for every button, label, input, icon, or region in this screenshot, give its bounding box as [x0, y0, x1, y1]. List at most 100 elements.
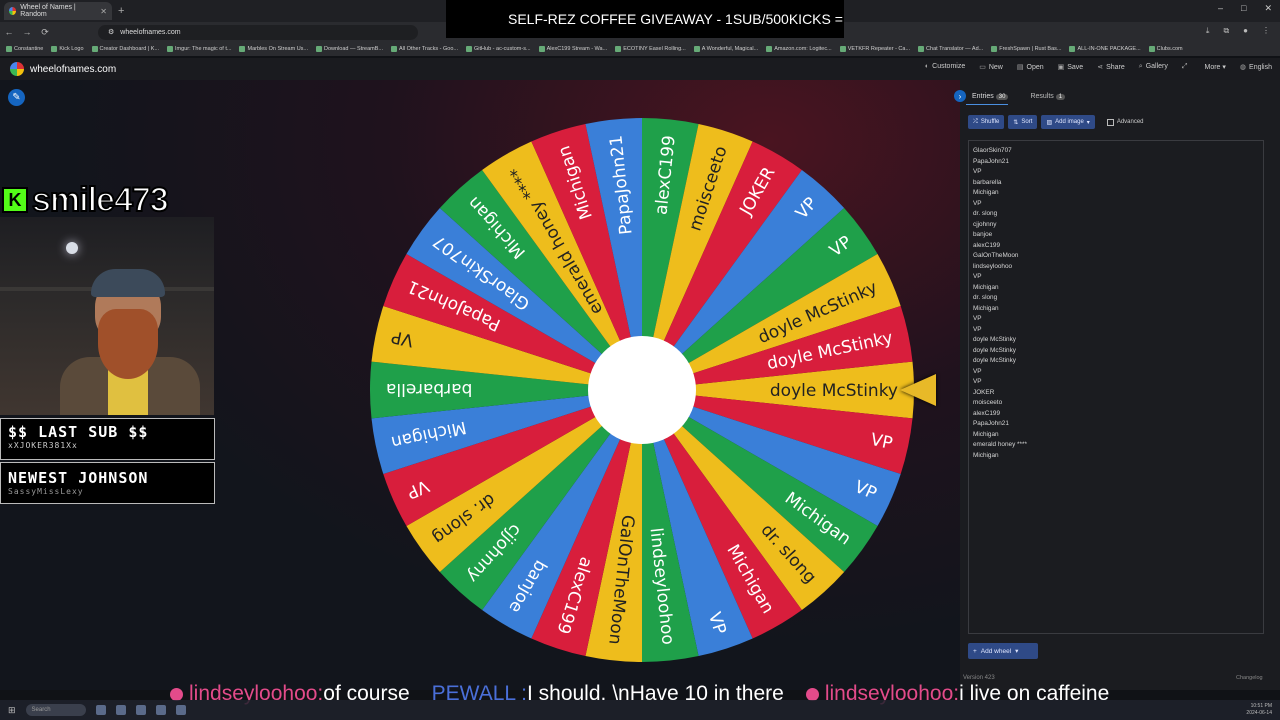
bookmark-favicon-icon [766, 46, 773, 52]
bookmark-favicon-icon [91, 46, 98, 52]
entry-line: doyle McStinky [973, 346, 1016, 354]
bookmark-favicon-icon [538, 46, 545, 52]
minimize-button[interactable]: – [1218, 3, 1223, 14]
bookmark-item[interactable]: All Other Tracks - Goo... [391, 46, 458, 52]
close-tab-icon[interactable]: ✕ [100, 7, 107, 16]
search-icon: ⌕ [1138, 63, 1143, 70]
close-window-button[interactable]: ✕ [1264, 3, 1272, 14]
collapse-panel-icon[interactable]: › [954, 90, 966, 102]
bookmark-item[interactable]: Constantine [6, 46, 43, 52]
bookmark-item[interactable]: ALL-IN-ONE PACKAGE... [1069, 46, 1141, 52]
extensions-icon[interactable]: ⧉ [1223, 26, 1229, 36]
taskbar-app-icon[interactable] [175, 705, 186, 715]
shuffle-button[interactable]: ⤮ Shuffle [968, 115, 1005, 129]
maximize-button[interactable]: □ [1241, 3, 1246, 14]
bookmark-favicon-icon [391, 46, 398, 52]
menu-save-label: Save [1067, 64, 1084, 71]
url-field[interactable]: ⚙ wheelofnames.com [98, 24, 418, 40]
new-tab-button[interactable]: + [118, 5, 124, 17]
taskbar-app-icon[interactable] [155, 705, 166, 715]
wheel[interactable]: doyle McStinky VP VP Michigan dr. slong Michi… [368, 116, 916, 664]
menu-language[interactable]: ◍ English [1240, 63, 1272, 71]
menu-customize[interactable]: ◐ Customize [925, 63, 965, 71]
menu-new-label: New [988, 64, 1003, 71]
bookmark-label: Constantine [14, 46, 44, 52]
entries-textarea[interactable]: GlaorSkin707 PapaJohn21 VP barbarella Michig… [968, 140, 1264, 634]
bookmark-item[interactable]: FreshSpawn | Rust Bas... [991, 46, 1061, 52]
menu-icon[interactable]: ⋮ [1262, 26, 1270, 36]
tab-entries[interactable]: Entries 30 [972, 93, 1009, 100]
menu-fullscreen[interactable]: ⤢ [1182, 63, 1191, 71]
menu-save[interactable]: ▣ Save [1058, 63, 1084, 71]
bookmark-item[interactable]: A Wonderful, Magical... [693, 46, 758, 52]
bookmark-label: ALL-IN-ONE PACKAGE... [1077, 46, 1141, 52]
entry-line: dr. slong [973, 210, 998, 217]
folder-icon: ▤ [1016, 64, 1024, 71]
forward-button[interactable]: → [18, 27, 36, 37]
bookmarks-bar: Constantine Kick Logo Creator Dashboard | … [0, 42, 1280, 56]
bookmark-item[interactable]: Imgur: The magic of t... [167, 46, 231, 52]
tab-results[interactable]: Results 1 [1030, 93, 1066, 100]
add-wheel-button[interactable]: + Add wheel ▾ [968, 643, 1038, 659]
bookmark-item[interactable]: ECOTINY Easel Rolling... [615, 46, 686, 52]
entry-line: VP [973, 367, 982, 375]
wheel-svg[interactable]: doyle McStinkyVPVPMichigandr. slongMichi… [368, 116, 916, 664]
menu-more-label: More [1204, 64, 1221, 71]
bookmark-item[interactable]: VETKFR Repeater - Ca... [839, 46, 910, 52]
bookmark-item[interactable]: GitHub - ac-custom-s... [466, 46, 531, 52]
entry-line: alexC199 [973, 241, 1001, 249]
start-icon[interactable]: ⊞ [8, 705, 16, 716]
bookmark-item[interactable]: Chat Translator — Ad... [918, 46, 983, 52]
taskbar-app-icon[interactable] [95, 705, 106, 715]
entry-line: VP [973, 325, 982, 333]
taskbar-app-icon[interactable] [115, 705, 126, 715]
newest-title: NEWEST JOHNSON [8, 469, 149, 487]
menu-gallery-label: Gallery [1145, 63, 1168, 70]
entry-line: GalOnTheMoon [973, 252, 1019, 259]
menu-open[interactable]: ▤ Open [1017, 63, 1044, 71]
changelog-link[interactable]: Changelog [1236, 675, 1263, 681]
menu-more[interactable]: More ▾ [1205, 63, 1226, 71]
menu-gallery[interactable]: ⌕ Gallery [1139, 63, 1168, 71]
bookmark-item[interactable]: Kick Logo [51, 46, 84, 52]
bookmark-item[interactable]: Clubs.com [1148, 46, 1183, 52]
chevron-down-icon: ▾ [1015, 648, 1019, 655]
profile-icon[interactable]: ● [1243, 26, 1248, 36]
bookmark-item[interactable]: Download — StreamB... [316, 46, 383, 52]
menu-share[interactable]: ⋖ Share [1097, 63, 1125, 71]
wheel-segment-label: barbarella [386, 379, 472, 399]
browser-tab[interactable]: Wheel of Names | Random ✕ [4, 2, 112, 20]
add-image-button[interactable]: ▨ Add image ▾ [1041, 115, 1095, 129]
taskbar-search[interactable]: Search [25, 704, 86, 716]
kick-logo-icon: K [2, 187, 28, 213]
bookmark-label: Marbles On Stream Us... [247, 46, 309, 52]
site-info-icon[interactable]: ⚙ [108, 28, 114, 36]
sort-icon: ⇅ [1013, 119, 1019, 126]
wheel-logo-icon[interactable] [10, 62, 24, 76]
back-button[interactable]: ← [0, 27, 18, 37]
sort-button[interactable]: ⇅ Sort [1008, 115, 1038, 129]
bookmark-label: AlexC199 Stream - Wa... [546, 46, 608, 52]
bookmark-item[interactable]: Amazon.com: Logitec... [766, 46, 832, 52]
menu-new[interactable]: ▭ New [979, 63, 1003, 71]
wheel-center-button[interactable] [588, 336, 696, 444]
reload-button[interactable]: ⟳ [36, 27, 54, 38]
entry-line: Michigan [973, 304, 999, 312]
advanced-checkbox[interactable]: Advanced [1106, 118, 1144, 126]
window-controls: – □ ✕ [1218, 3, 1272, 14]
taskbar-app-icon[interactable] [135, 705, 146, 715]
bookmark-item[interactable]: Marbles On Stream Us... [239, 46, 308, 52]
taskbar-clock[interactable]: 10:51 PM 2024-06-14 [1246, 703, 1272, 717]
edit-pencil-icon[interactable]: ✎ [8, 89, 25, 106]
wheel-favicon-icon [9, 7, 17, 15]
site-name[interactable]: wheelofnames.com [30, 64, 116, 75]
add-image-label: Add image [1055, 119, 1084, 125]
webcam-beard [98, 309, 158, 379]
bookmark-label: ECOTINY Easel Rolling... [623, 46, 686, 52]
bookmark-label: GitHub - ac-custom-s... [474, 46, 531, 52]
download-icon[interactable]: ⤓ [1206, 26, 1210, 36]
entry-line: VP [973, 273, 982, 280]
bookmark-item[interactable]: AlexC199 Stream - Wa... [538, 46, 608, 52]
bookmark-item[interactable]: Creator Dashboard | K... [91, 46, 159, 52]
fullscreen-icon: ⤢ [1181, 63, 1188, 70]
